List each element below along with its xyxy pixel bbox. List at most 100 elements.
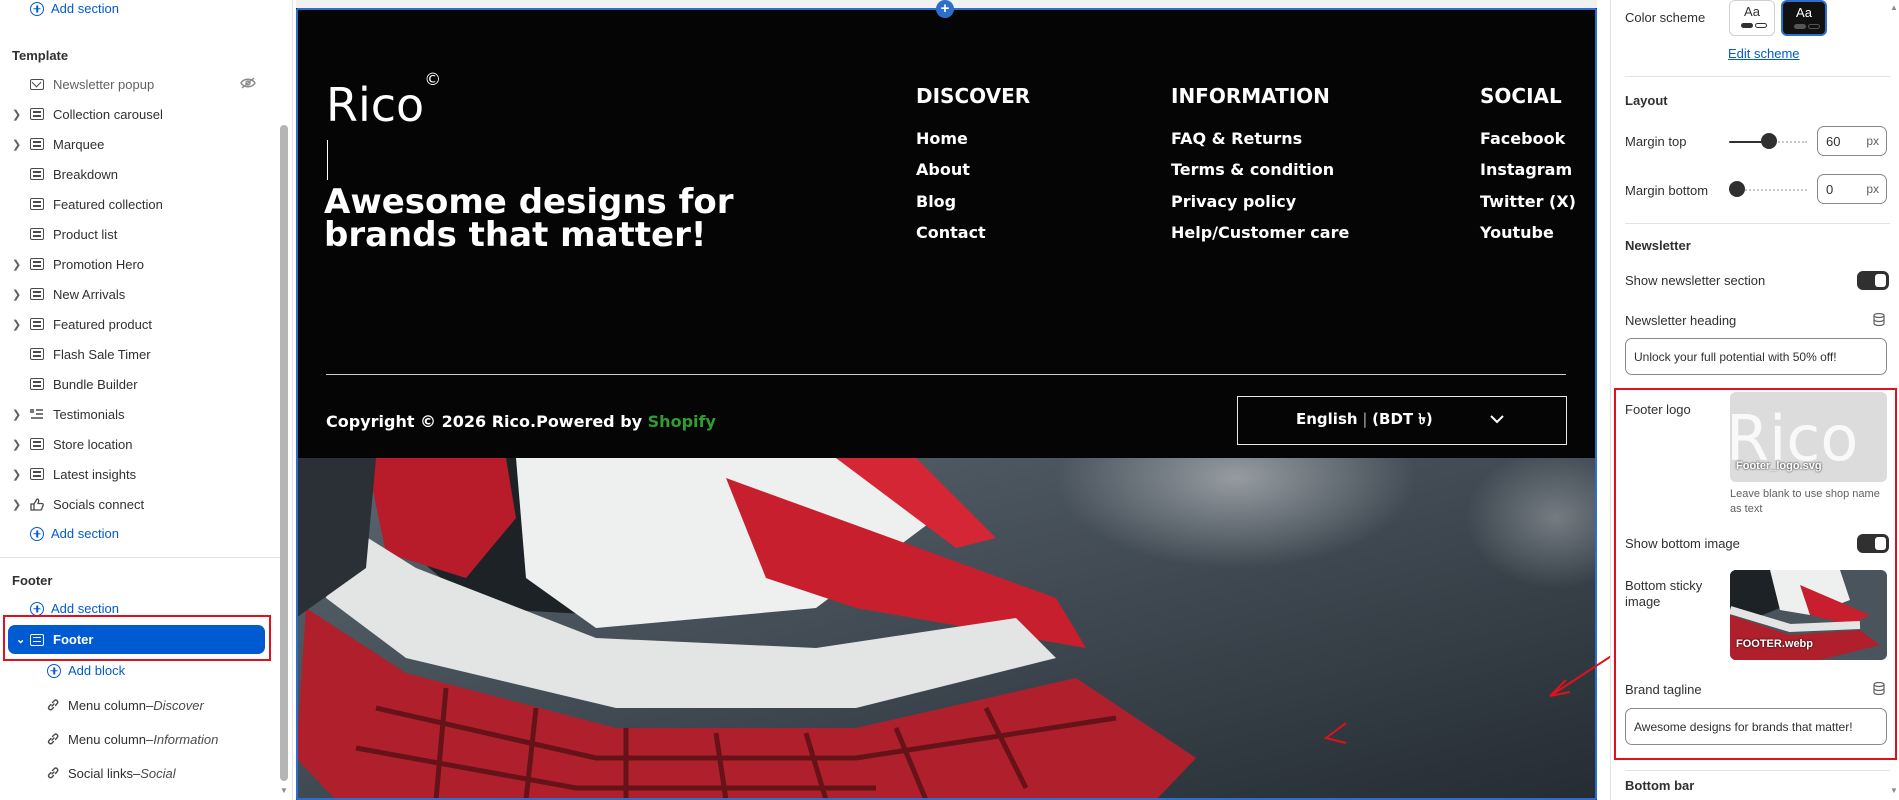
footer-link[interactable]: Facebook [1480, 129, 1565, 148]
footer-link[interactable]: Privacy policy [1171, 192, 1296, 211]
section-item-new-arrivals[interactable]: ❯ New Arrivals [0, 281, 275, 307]
block-detail: Social [140, 765, 176, 781]
block-item-menu-information[interactable]: Menu column – Information [46, 726, 218, 752]
template-group-title: Template [12, 48, 69, 63]
block-item-menu-discover[interactable]: Menu column – Discover [46, 692, 204, 718]
add-section-label: Add section [51, 601, 119, 616]
block-item-social-links[interactable]: Social links – Social [46, 760, 176, 786]
sidebar-scrollbar[interactable] [280, 125, 288, 781]
footer-link[interactable]: Terms & condition [1171, 160, 1334, 179]
section-item-breakdown[interactable]: Breakdown [0, 161, 275, 187]
footer-link[interactable]: About [916, 160, 970, 179]
section-label: Testimonials [53, 406, 125, 422]
link-icon [47, 699, 59, 711]
footer-link[interactable]: Instagram [1480, 160, 1572, 179]
section-item-newsletter-popup[interactable]: Newsletter popup [0, 71, 275, 97]
sections-sidebar: Add section Template Newsletter popup ❯ … [0, 0, 293, 800]
section-label: Collection carousel [53, 106, 163, 122]
section-item-footer-selected[interactable]: ⌄ Footer [8, 625, 265, 654]
eye-off-icon[interactable] [240, 77, 256, 89]
theme-editor: Add section Template Newsletter popup ❯ … [0, 0, 1899, 800]
plus-circle-icon [30, 526, 44, 541]
add-section-plus-icon[interactable]: + [936, 0, 954, 18]
section-label: Socials connect [53, 496, 145, 512]
section-label: Promotion Hero [53, 256, 145, 272]
chevron-right-icon[interactable]: ❯ [0, 108, 21, 121]
add-section-button-template[interactable]: Add section [30, 526, 119, 541]
section-label: Marquee [53, 136, 105, 152]
section-item-bundle-builder[interactable]: Bundle Builder [0, 371, 275, 397]
store-preview: Rico© Awesome designs for brands that ma… [296, 0, 1597, 800]
section-icon [30, 138, 44, 150]
section-item-testimonials[interactable]: ❯ Testimonials [0, 401, 275, 427]
footer-link[interactable]: Help/Customer care [1171, 223, 1349, 242]
section-item-marquee[interactable]: ❯ Marquee [0, 131, 275, 157]
add-block-button[interactable]: Add block [47, 663, 125, 678]
footer-link[interactable]: Twitter (X) [1480, 192, 1576, 211]
footer-group-title: Footer [12, 573, 53, 588]
chevron-right-icon[interactable]: ❯ [0, 138, 21, 151]
section-item-featured-collection[interactable]: Featured collection [0, 191, 275, 217]
add-section-button-footer[interactable]: Add section [30, 601, 119, 616]
section-icon [30, 228, 44, 240]
footer-bottom-sneaker-image [296, 458, 1597, 800]
section-item-latest-insights[interactable]: ❯ Latest insights [0, 461, 275, 487]
margin-top-input[interactable]: 60 px [1817, 126, 1887, 156]
footer-link[interactable]: Home [916, 129, 968, 148]
footer-link[interactable]: FAQ & Returns [1171, 129, 1302, 148]
newsletter-heading-input[interactable]: Unlock your full potential with 50% off! [1625, 338, 1887, 375]
footer-link[interactable]: Youtube [1480, 223, 1554, 242]
chevron-right-icon[interactable]: ❯ [0, 318, 21, 331]
margin-top-slider-thumb[interactable] [1761, 133, 1777, 149]
chevron-down-icon[interactable]: ⌄ [8, 633, 28, 646]
section-item-socials-connect[interactable]: ❯ Socials connect [0, 491, 275, 517]
margin-bottom-input[interactable]: 0 px [1817, 174, 1887, 204]
brand-tagline-input[interactable]: Awesome designs for brands that matter! [1625, 708, 1887, 745]
section-label: Latest insights [53, 466, 137, 482]
shopify-link[interactable]: Shopify [648, 412, 716, 431]
show-newsletter-toggle[interactable] [1857, 271, 1889, 290]
section-item-store-location[interactable]: ❯ Store location [0, 431, 275, 457]
footer-logo-thumbnail[interactable]: Rico Footer_logo.svg [1730, 392, 1887, 482]
color-scheme-option-dark[interactable]: Aa [1781, 0, 1827, 36]
dynamic-source-icon[interactable] [1873, 682, 1885, 695]
chevron-right-icon[interactable]: ❯ [0, 498, 21, 511]
chevron-right-icon[interactable]: ❯ [0, 408, 21, 421]
section-item-promotion-hero[interactable]: ❯ Promotion Hero [0, 251, 275, 277]
section-icon [30, 633, 44, 646]
thumbs-up-icon [30, 497, 44, 511]
color-scheme-option-light[interactable]: Aa [1729, 0, 1775, 36]
footer-column-heading-information: INFORMATION [1171, 84, 1330, 108]
footer-section-preview[interactable]: Rico© Awesome designs for brands that ma… [296, 8, 1597, 458]
add-section-button-top[interactable]: Add section [30, 1, 119, 16]
divider [1625, 223, 1890, 224]
show-bottom-image-toggle[interactable] [1857, 534, 1889, 553]
section-item-product-list[interactable]: Product list [0, 221, 275, 247]
scroll-up-arrow-icon[interactable]: ▲ [1890, 3, 1898, 12]
newsletter-title: Newsletter [1625, 238, 1691, 253]
block-detail: Discover [153, 697, 204, 713]
margin-bottom-slider-thumb[interactable] [1729, 181, 1745, 197]
show-newsletter-label: Show newsletter section [1625, 273, 1766, 288]
chevron-right-icon[interactable]: ❯ [0, 288, 21, 301]
section-item-collection-carousel[interactable]: ❯ Collection carousel [0, 101, 275, 127]
chevron-right-icon[interactable]: ❯ [0, 468, 21, 481]
edit-scheme-link[interactable]: Edit scheme [1728, 46, 1800, 61]
scroll-down-arrow-icon[interactable]: ▼ [280, 786, 288, 795]
footer-divider [326, 374, 1566, 375]
section-icon [30, 288, 44, 300]
footer-link[interactable]: Blog [916, 192, 956, 211]
bottom-image-thumbnail[interactable]: FOOTER.webp [1730, 570, 1887, 660]
footer-link[interactable]: Contact [916, 223, 986, 242]
section-label: Newsletter popup [53, 76, 155, 92]
margin-bottom-slider-track[interactable] [1737, 189, 1807, 191]
section-item-flash-sale-timer[interactable]: Flash Sale Timer [0, 341, 275, 367]
dynamic-source-icon[interactable] [1873, 313, 1885, 326]
language-currency-selector[interactable]: English | (BDT ৳) [1237, 396, 1567, 445]
section-item-featured-product[interactable]: ❯ Featured product [0, 311, 275, 337]
chevron-right-icon[interactable]: ❯ [0, 258, 21, 271]
chevron-right-icon[interactable]: ❯ [0, 438, 21, 451]
scroll-down-arrow-icon[interactable]: ▼ [1890, 786, 1898, 795]
divider [1625, 770, 1890, 771]
section-icon [30, 348, 44, 360]
